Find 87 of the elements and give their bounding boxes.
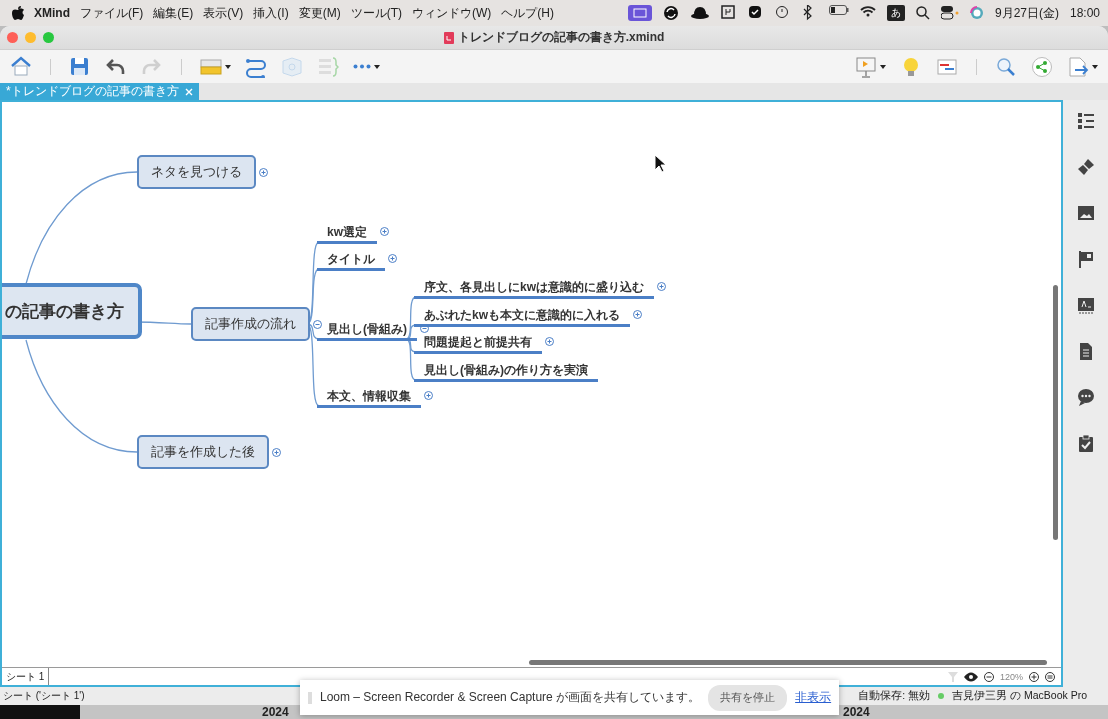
subtopic-node[interactable]: 問題提起と前提共有: [414, 335, 542, 354]
subtopic-node[interactable]: 見出し(骨組み): [317, 322, 417, 341]
image-icon[interactable]: [1076, 204, 1095, 223]
hat-icon[interactable]: [689, 5, 710, 21]
stop-sharing-button[interactable]: 共有を停止: [708, 684, 788, 711]
clipboard-check-icon[interactable]: [1076, 434, 1095, 453]
check-badge-icon[interactable]: [747, 5, 764, 21]
menu-item[interactable]: 変更(M): [298, 4, 341, 22]
menu-item[interactable]: ファイル(F): [80, 4, 144, 22]
zoom-in-icon[interactable]: [1029, 671, 1039, 682]
close-button[interactable]: [7, 32, 18, 43]
more-icon: [353, 64, 371, 69]
subtopic-node[interactable]: kw選定: [317, 225, 377, 244]
menu-item[interactable]: ツール(T): [350, 4, 402, 22]
menubar-date[interactable]: 9月27日(金): [994, 4, 1059, 22]
menu-item[interactable]: 挿入(I): [253, 4, 289, 22]
document-icon: [443, 31, 454, 44]
home-icon: [10, 55, 32, 78]
pointer-icon: [654, 154, 666, 172]
subtopic-node[interactable]: あぶれたkwも本文に意識的に入れる: [414, 308, 630, 327]
brush-icon[interactable]: [1076, 158, 1095, 177]
menubar-time[interactable]: 18:00: [1069, 6, 1100, 20]
horizontal-scrollbar[interactable]: [529, 660, 1047, 665]
subtopic-node[interactable]: タイトル: [317, 252, 385, 271]
expand-button[interactable]: [388, 254, 397, 263]
boundary-icon: [281, 55, 303, 78]
expand-button[interactable]: [259, 168, 268, 177]
comment-icon[interactable]: [1076, 388, 1095, 407]
year-label: 2024: [262, 705, 289, 719]
topic-node[interactable]: ネタを見つける: [137, 155, 256, 189]
zoom-out-icon[interactable]: [983, 671, 994, 682]
save-icon: [69, 55, 91, 78]
topic-node[interactable]: 記事を作成した後: [137, 435, 269, 469]
online-dot: [938, 693, 945, 699]
clock-icon[interactable]: [774, 5, 791, 21]
vertical-scrollbar[interactable]: [1053, 285, 1058, 540]
notification-message: Loom – Screen Recorder & Screen Capture が画面を共有しています。: [320, 689, 701, 706]
zoom-level: 120%: [999, 671, 1023, 682]
status-text: シート ('シート 1'): [3, 689, 85, 703]
expand-button[interactable]: [657, 282, 666, 291]
summary-icon: [317, 55, 339, 78]
menu-item[interactable]: 編集(E): [153, 4, 194, 22]
drag-handle-icon[interactable]: [308, 691, 312, 704]
screen-share-icon[interactable]: [627, 5, 652, 21]
year-label: 2024: [843, 705, 870, 719]
caret-icon[interactable]: [1092, 64, 1098, 69]
caret-icon[interactable]: [880, 64, 886, 69]
autosave-status: 自動保存: 無効: [858, 689, 931, 703]
expand-button[interactable]: [424, 391, 433, 400]
control-center-icon[interactable]: [940, 6, 959, 20]
menu-icon[interactable]: [1045, 671, 1055, 682]
close-icon[interactable]: [184, 87, 193, 96]
expand-button[interactable]: [633, 310, 642, 319]
hide-link[interactable]: 非表示: [795, 689, 832, 706]
input-source-indicator[interactable]: あ: [886, 5, 905, 21]
text-style-icon[interactable]: [1076, 296, 1095, 315]
export-icon: [1067, 55, 1089, 78]
search-icon[interactable]: [915, 6, 930, 20]
outline-icon[interactable]: [1076, 112, 1095, 131]
collapse-button[interactable]: [313, 320, 322, 329]
app-menu[interactable]: XMind: [34, 6, 70, 20]
more-button[interactable]: [351, 62, 382, 71]
square-icon[interactable]: [720, 5, 737, 21]
window-title: トレンドブログの記事の書き方.xmind: [457, 29, 665, 46]
caret-icon[interactable]: [374, 64, 380, 69]
collapse-button[interactable]: [420, 324, 429, 333]
sync-icon[interactable]: [662, 5, 679, 21]
menu-item[interactable]: ウィンドウ(W): [412, 4, 492, 22]
siri-icon[interactable]: [969, 6, 984, 20]
device-name: 吉見伊三男 の MacBook Pro: [952, 689, 1087, 703]
expand-button[interactable]: [545, 337, 554, 346]
expand-button[interactable]: [380, 227, 389, 236]
subtopic-node[interactable]: 見出し(骨組み)の作り方を実演: [414, 363, 598, 382]
eye-icon[interactable]: [963, 671, 978, 682]
subtopic-node[interactable]: 本文、情報収集: [317, 389, 421, 408]
search-icon: [995, 55, 1017, 78]
presentation-icon: [855, 55, 877, 78]
subtopic-node[interactable]: 序文、各見出しにkwは意識的に盛り込む: [414, 280, 654, 299]
topic-node[interactable]: 記事作成の流れ: [191, 307, 310, 341]
expand-button[interactable]: [272, 448, 281, 457]
caret-icon[interactable]: [225, 64, 231, 69]
flag-icon[interactable]: [1076, 250, 1095, 269]
menu-item[interactable]: 表示(V): [203, 4, 244, 22]
menu-item[interactable]: ヘルプ(H): [501, 4, 554, 22]
share-icon: [1031, 55, 1053, 78]
apple-icon[interactable]: [12, 6, 24, 20]
central-topic[interactable]: の記事の書き方: [2, 283, 142, 339]
